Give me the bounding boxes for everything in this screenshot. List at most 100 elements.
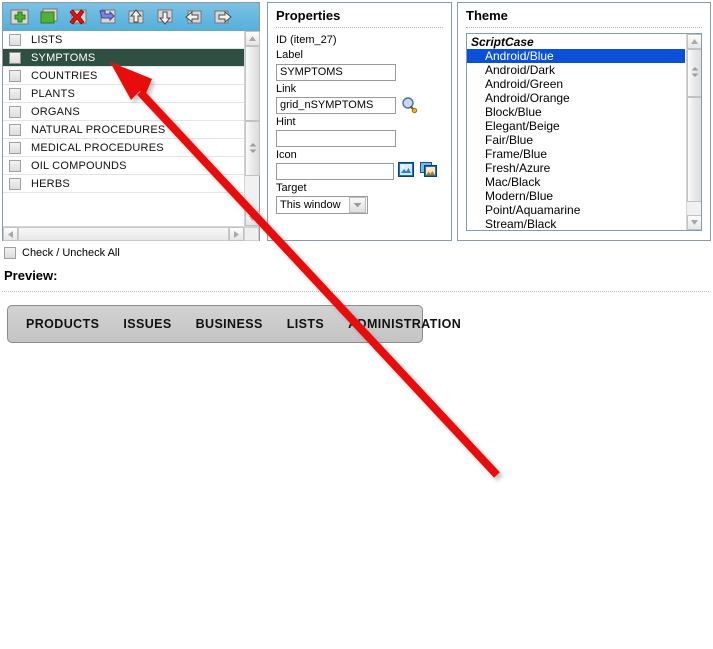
menu-item-label: HERBS <box>31 177 70 190</box>
menu-item-checkbox[interactable] <box>9 87 21 100</box>
theme-option[interactable]: Android/Green <box>467 77 685 91</box>
menu-item-label: NATURAL PROCEDURES <box>31 123 166 136</box>
items-horizontal-scrollbar[interactable] <box>3 226 259 241</box>
menu-item-row[interactable]: NATURAL PROCEDURES <box>3 121 244 139</box>
preview-menu-item[interactable]: BUSINESS <box>184 317 275 331</box>
menu-item-checkbox[interactable] <box>9 123 21 136</box>
picture-select-icon[interactable] <box>398 162 416 180</box>
theme-divider <box>466 27 702 28</box>
icon-field-row <box>276 162 443 180</box>
theme-option[interactable]: Fresh/Azure <box>467 161 685 175</box>
chevron-down-icon[interactable] <box>349 197 366 213</box>
menu-item-row[interactable]: HERBS <box>3 175 244 193</box>
theme-vertical-scrollbar[interactable] <box>686 34 701 230</box>
theme-option[interactable]: Elegant/Beige <box>467 119 685 133</box>
theme-option[interactable]: Android/Orange <box>467 91 685 105</box>
label-input[interactable] <box>276 63 396 81</box>
theme-scroll-thumb[interactable] <box>687 49 701 97</box>
scroll-up-arrow-icon[interactable] <box>245 31 260 46</box>
preview-menu-item[interactable]: LISTS <box>275 317 336 331</box>
menu-item-checkbox[interactable] <box>9 33 21 46</box>
theme-option[interactable]: Point/Aquamarine <box>467 203 685 217</box>
menu-item-row[interactable]: MEDICAL PROCEDURES <box>3 139 244 157</box>
properties-divider <box>276 27 443 28</box>
new-folder-button[interactable] <box>37 6 61 27</box>
item-id-label: ID (item_27) <box>276 34 337 46</box>
scroll-left-arrow-icon[interactable] <box>3 227 18 241</box>
move-right-button[interactable] <box>211 6 235 27</box>
theme-option[interactable]: Fair/Blue <box>467 133 685 147</box>
menu-item-checkbox[interactable] <box>9 177 21 190</box>
icon-input[interactable] <box>276 163 394 180</box>
move-sublevel-button[interactable] <box>95 6 119 27</box>
magnifier-lookup-icon[interactable] <box>400 96 418 114</box>
menu-item-label: MEDICAL PROCEDURES <box>31 141 164 154</box>
scroll-grip-icon <box>248 140 257 158</box>
theme-option[interactable]: Stream/Black <box>467 217 685 230</box>
theme-option[interactable]: Android/Dark <box>467 63 685 77</box>
theme-option[interactable]: Block/Blue <box>467 105 685 119</box>
preview-menu-item[interactable]: PRODUCTS <box>14 317 111 331</box>
menu-item-row[interactable]: LISTS <box>3 31 244 49</box>
theme-option[interactable]: Frame/Blue <box>467 147 685 161</box>
items-scroll-thumb-grip[interactable] <box>245 121 260 176</box>
menu-items-list: LISTS SYMPTOMS COUNTRIES PLANTS ORGANS NATURA… <box>3 31 260 241</box>
check-uncheck-all-label: Check / Uncheck All <box>22 247 120 259</box>
properties-title: Properties <box>276 8 341 23</box>
theme-scroll-thumb-lower[interactable] <box>687 97 701 202</box>
theme-title: Theme <box>466 8 508 23</box>
scroll-down-arrow-icon[interactable] <box>245 211 260 226</box>
app-root: LISTS SYMPTOMS COUNTRIES PLANTS ORGANS NATURA… <box>0 0 713 649</box>
items-toolbar <box>3 3 259 31</box>
picture-manage-icon[interactable] <box>420 162 438 180</box>
menu-item-row[interactable]: COUNTRIES <box>3 67 244 85</box>
theme-option[interactable]: Mac/Black <box>467 175 685 189</box>
link-input[interactable] <box>276 96 396 114</box>
theme-scroll-up-arrow-icon[interactable] <box>687 34 701 49</box>
menu-item-checkbox[interactable] <box>9 159 21 172</box>
delete-item-button[interactable] <box>66 6 90 27</box>
menu-item-checkbox[interactable] <box>9 105 21 118</box>
scrollbar-corner <box>244 227 259 241</box>
preview-label: Preview: <box>4 268 58 283</box>
check-uncheck-all-row[interactable]: Check / Uncheck All <box>4 247 120 259</box>
label-field-label: Label <box>276 49 303 61</box>
menu-item-label: LISTS <box>31 33 63 46</box>
move-up-button[interactable] <box>124 6 148 27</box>
theme-option[interactable]: Android/Blue <box>467 49 685 63</box>
items-vertical-scrollbar[interactable] <box>244 31 260 226</box>
preview-menu-item[interactable]: ISSUES <box>111 317 183 331</box>
menu-item-label: SYMPTOMS <box>31 51 96 64</box>
menu-item-row[interactable]: SYMPTOMS <box>3 49 244 67</box>
theme-scroll-down-arrow-icon[interactable] <box>687 215 701 230</box>
add-item-button[interactable] <box>8 6 32 27</box>
properties-panel: Properties ID (item_27) Label Link Hint … <box>267 2 452 241</box>
horizontal-scroll-track[interactable] <box>18 227 229 241</box>
target-select[interactable]: This window <box>276 196 368 214</box>
menu-item-label: PLANTS <box>31 87 75 100</box>
move-down-button[interactable] <box>153 6 177 27</box>
menu-item-checkbox[interactable] <box>9 69 21 82</box>
target-field-label: Target <box>276 182 307 194</box>
theme-scroll-area: ScriptCase Android/Blue Android/Dark Androi… <box>467 34 685 230</box>
menu-item-label: OIL COMPOUNDS <box>31 159 127 172</box>
menu-item-row[interactable]: ORGANS <box>3 103 244 121</box>
items-scroll-thumb[interactable] <box>245 46 260 121</box>
menu-item-label: COUNTRIES <box>31 69 98 82</box>
preview-menubar: PRODUCTS ISSUES BUSINESS LISTS ADMINISTRATIO… <box>7 305 461 343</box>
hint-input[interactable] <box>276 130 396 147</box>
link-field-row <box>276 96 443 114</box>
menu-item-checkbox[interactable] <box>9 51 21 64</box>
menu-item-row[interactable]: PLANTS <box>3 85 244 103</box>
theme-option[interactable]: Modern/Blue <box>467 189 685 203</box>
menu-items-scroll-area: LISTS SYMPTOMS COUNTRIES PLANTS ORGANS NATURA… <box>3 31 244 226</box>
theme-listbox[interactable]: ScriptCase Android/Blue Android/Dark Androi… <box>466 33 702 231</box>
move-left-button[interactable] <box>182 6 206 27</box>
menu-item-checkbox[interactable] <box>9 141 21 154</box>
menu-item-row[interactable]: OIL COMPOUNDS <box>3 157 244 175</box>
check-uncheck-all-checkbox[interactable] <box>4 247 16 259</box>
scroll-right-arrow-icon[interactable] <box>229 227 244 241</box>
preview-menu-item[interactable]: ADMINISTRATION <box>336 317 473 331</box>
theme-group-header: ScriptCase <box>471 35 534 49</box>
target-select-value: This window <box>280 199 341 211</box>
